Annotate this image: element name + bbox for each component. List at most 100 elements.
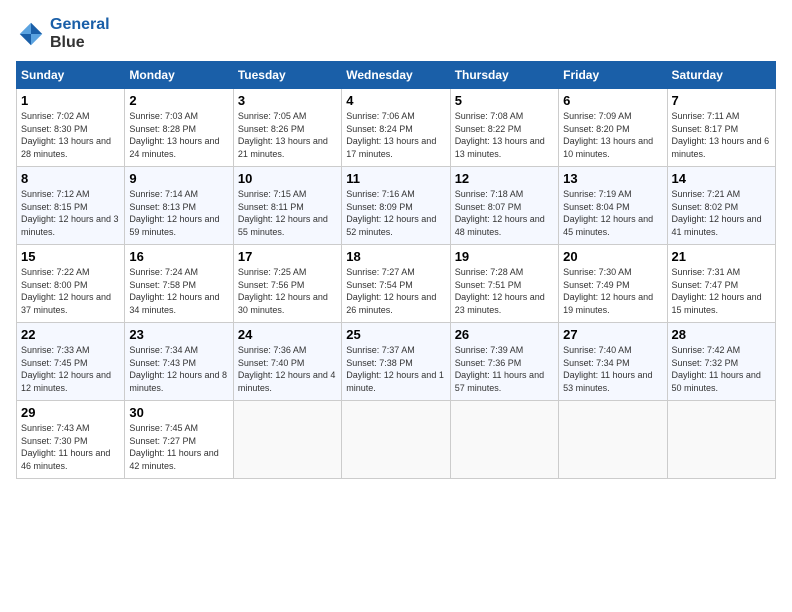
day-number: 16 bbox=[129, 249, 228, 264]
day-detail: Sunrise: 7:14 AM Sunset: 8:13 PM Dayligh… bbox=[129, 188, 228, 238]
day-detail: Sunrise: 7:25 AM Sunset: 7:56 PM Dayligh… bbox=[238, 266, 337, 316]
day-detail: Sunrise: 7:19 AM Sunset: 8:04 PM Dayligh… bbox=[563, 188, 662, 238]
col-tuesday: Tuesday bbox=[233, 62, 341, 89]
day-cell: 22 Sunrise: 7:33 AM Sunset: 7:45 PM Dayl… bbox=[17, 323, 125, 401]
day-cell: 23 Sunrise: 7:34 AM Sunset: 7:43 PM Dayl… bbox=[125, 323, 233, 401]
day-cell: 5 Sunrise: 7:08 AM Sunset: 8:22 PM Dayli… bbox=[450, 89, 558, 167]
day-cell: 19 Sunrise: 7:28 AM Sunset: 7:51 PM Dayl… bbox=[450, 245, 558, 323]
day-cell: 6 Sunrise: 7:09 AM Sunset: 8:20 PM Dayli… bbox=[559, 89, 667, 167]
week-row-1: 1 Sunrise: 7:02 AM Sunset: 8:30 PM Dayli… bbox=[17, 89, 776, 167]
day-cell bbox=[450, 401, 558, 479]
day-detail: Sunrise: 7:09 AM Sunset: 8:20 PM Dayligh… bbox=[563, 110, 662, 160]
day-cell: 18 Sunrise: 7:27 AM Sunset: 7:54 PM Dayl… bbox=[342, 245, 450, 323]
day-number: 9 bbox=[129, 171, 228, 186]
day-number: 24 bbox=[238, 327, 337, 342]
day-detail: Sunrise: 7:18 AM Sunset: 8:07 PM Dayligh… bbox=[455, 188, 554, 238]
day-cell: 2 Sunrise: 7:03 AM Sunset: 8:28 PM Dayli… bbox=[125, 89, 233, 167]
day-number: 19 bbox=[455, 249, 554, 264]
day-detail: Sunrise: 7:02 AM Sunset: 8:30 PM Dayligh… bbox=[21, 110, 120, 160]
day-cell: 24 Sunrise: 7:36 AM Sunset: 7:40 PM Dayl… bbox=[233, 323, 341, 401]
week-row-3: 15 Sunrise: 7:22 AM Sunset: 8:00 PM Dayl… bbox=[17, 245, 776, 323]
day-cell: 14 Sunrise: 7:21 AM Sunset: 8:02 PM Dayl… bbox=[667, 167, 775, 245]
day-detail: Sunrise: 7:05 AM Sunset: 8:26 PM Dayligh… bbox=[238, 110, 337, 160]
col-wednesday: Wednesday bbox=[342, 62, 450, 89]
day-cell: 9 Sunrise: 7:14 AM Sunset: 8:13 PM Dayli… bbox=[125, 167, 233, 245]
day-number: 11 bbox=[346, 171, 445, 186]
logo-icon bbox=[16, 19, 46, 49]
day-number: 30 bbox=[129, 405, 228, 420]
col-thursday: Thursday bbox=[450, 62, 558, 89]
col-monday: Monday bbox=[125, 62, 233, 89]
day-detail: Sunrise: 7:37 AM Sunset: 7:38 PM Dayligh… bbox=[346, 344, 445, 394]
day-detail: Sunrise: 7:30 AM Sunset: 7:49 PM Dayligh… bbox=[563, 266, 662, 316]
day-cell: 25 Sunrise: 7:37 AM Sunset: 7:38 PM Dayl… bbox=[342, 323, 450, 401]
day-detail: Sunrise: 7:39 AM Sunset: 7:36 PM Dayligh… bbox=[455, 344, 554, 394]
day-number: 7 bbox=[672, 93, 771, 108]
day-number: 13 bbox=[563, 171, 662, 186]
day-number: 15 bbox=[21, 249, 120, 264]
day-detail: Sunrise: 7:22 AM Sunset: 8:00 PM Dayligh… bbox=[21, 266, 120, 316]
logo: General Blue bbox=[16, 16, 110, 51]
day-cell: 7 Sunrise: 7:11 AM Sunset: 8:17 PM Dayli… bbox=[667, 89, 775, 167]
day-detail: Sunrise: 7:16 AM Sunset: 8:09 PM Dayligh… bbox=[346, 188, 445, 238]
day-cell: 13 Sunrise: 7:19 AM Sunset: 8:04 PM Dayl… bbox=[559, 167, 667, 245]
day-cell: 4 Sunrise: 7:06 AM Sunset: 8:24 PM Dayli… bbox=[342, 89, 450, 167]
day-cell: 15 Sunrise: 7:22 AM Sunset: 8:00 PM Dayl… bbox=[17, 245, 125, 323]
logo-text: General Blue bbox=[50, 16, 110, 51]
day-number: 18 bbox=[346, 249, 445, 264]
day-detail: Sunrise: 7:03 AM Sunset: 8:28 PM Dayligh… bbox=[129, 110, 228, 160]
day-cell: 26 Sunrise: 7:39 AM Sunset: 7:36 PM Dayl… bbox=[450, 323, 558, 401]
day-number: 25 bbox=[346, 327, 445, 342]
day-detail: Sunrise: 7:08 AM Sunset: 8:22 PM Dayligh… bbox=[455, 110, 554, 160]
week-row-2: 8 Sunrise: 7:12 AM Sunset: 8:15 PM Dayli… bbox=[17, 167, 776, 245]
day-cell: 12 Sunrise: 7:18 AM Sunset: 8:07 PM Dayl… bbox=[450, 167, 558, 245]
day-number: 5 bbox=[455, 93, 554, 108]
day-cell: 30 Sunrise: 7:45 AM Sunset: 7:27 PM Dayl… bbox=[125, 401, 233, 479]
day-detail: Sunrise: 7:43 AM Sunset: 7:30 PM Dayligh… bbox=[21, 422, 120, 472]
day-cell: 21 Sunrise: 7:31 AM Sunset: 7:47 PM Dayl… bbox=[667, 245, 775, 323]
day-number: 10 bbox=[238, 171, 337, 186]
day-cell: 28 Sunrise: 7:42 AM Sunset: 7:32 PM Dayl… bbox=[667, 323, 775, 401]
day-cell: 27 Sunrise: 7:40 AM Sunset: 7:34 PM Dayl… bbox=[559, 323, 667, 401]
day-number: 27 bbox=[563, 327, 662, 342]
col-saturday: Saturday bbox=[667, 62, 775, 89]
day-detail: Sunrise: 7:24 AM Sunset: 7:58 PM Dayligh… bbox=[129, 266, 228, 316]
day-detail: Sunrise: 7:11 AM Sunset: 8:17 PM Dayligh… bbox=[672, 110, 771, 160]
day-cell: 20 Sunrise: 7:30 AM Sunset: 7:49 PM Dayl… bbox=[559, 245, 667, 323]
day-detail: Sunrise: 7:36 AM Sunset: 7:40 PM Dayligh… bbox=[238, 344, 337, 394]
week-row-4: 22 Sunrise: 7:33 AM Sunset: 7:45 PM Dayl… bbox=[17, 323, 776, 401]
calendar-page: General Blue Sunday Monday Tuesday Wedne… bbox=[0, 0, 792, 612]
day-number: 26 bbox=[455, 327, 554, 342]
col-sunday: Sunday bbox=[17, 62, 125, 89]
day-cell: 11 Sunrise: 7:16 AM Sunset: 8:09 PM Dayl… bbox=[342, 167, 450, 245]
header-row: Sunday Monday Tuesday Wednesday Thursday… bbox=[17, 62, 776, 89]
day-cell bbox=[233, 401, 341, 479]
day-detail: Sunrise: 7:15 AM Sunset: 8:11 PM Dayligh… bbox=[238, 188, 337, 238]
day-detail: Sunrise: 7:33 AM Sunset: 7:45 PM Dayligh… bbox=[21, 344, 120, 394]
day-number: 20 bbox=[563, 249, 662, 264]
day-number: 23 bbox=[129, 327, 228, 342]
day-detail: Sunrise: 7:45 AM Sunset: 7:27 PM Dayligh… bbox=[129, 422, 228, 472]
day-cell: 10 Sunrise: 7:15 AM Sunset: 8:11 PM Dayl… bbox=[233, 167, 341, 245]
calendar-table: Sunday Monday Tuesday Wednesday Thursday… bbox=[16, 61, 776, 479]
day-number: 3 bbox=[238, 93, 337, 108]
day-detail: Sunrise: 7:34 AM Sunset: 7:43 PM Dayligh… bbox=[129, 344, 228, 394]
day-cell bbox=[559, 401, 667, 479]
day-cell bbox=[342, 401, 450, 479]
day-detail: Sunrise: 7:06 AM Sunset: 8:24 PM Dayligh… bbox=[346, 110, 445, 160]
day-detail: Sunrise: 7:42 AM Sunset: 7:32 PM Dayligh… bbox=[672, 344, 771, 394]
day-detail: Sunrise: 7:31 AM Sunset: 7:47 PM Dayligh… bbox=[672, 266, 771, 316]
day-number: 17 bbox=[238, 249, 337, 264]
day-cell: 1 Sunrise: 7:02 AM Sunset: 8:30 PM Dayli… bbox=[17, 89, 125, 167]
day-detail: Sunrise: 7:40 AM Sunset: 7:34 PM Dayligh… bbox=[563, 344, 662, 394]
day-number: 14 bbox=[672, 171, 771, 186]
day-cell: 29 Sunrise: 7:43 AM Sunset: 7:30 PM Dayl… bbox=[17, 401, 125, 479]
header: General Blue bbox=[16, 16, 776, 51]
day-cell: 16 Sunrise: 7:24 AM Sunset: 7:58 PM Dayl… bbox=[125, 245, 233, 323]
day-cell: 8 Sunrise: 7:12 AM Sunset: 8:15 PM Dayli… bbox=[17, 167, 125, 245]
day-cell: 17 Sunrise: 7:25 AM Sunset: 7:56 PM Dayl… bbox=[233, 245, 341, 323]
day-number: 22 bbox=[21, 327, 120, 342]
day-number: 2 bbox=[129, 93, 228, 108]
day-number: 21 bbox=[672, 249, 771, 264]
day-cell bbox=[667, 401, 775, 479]
